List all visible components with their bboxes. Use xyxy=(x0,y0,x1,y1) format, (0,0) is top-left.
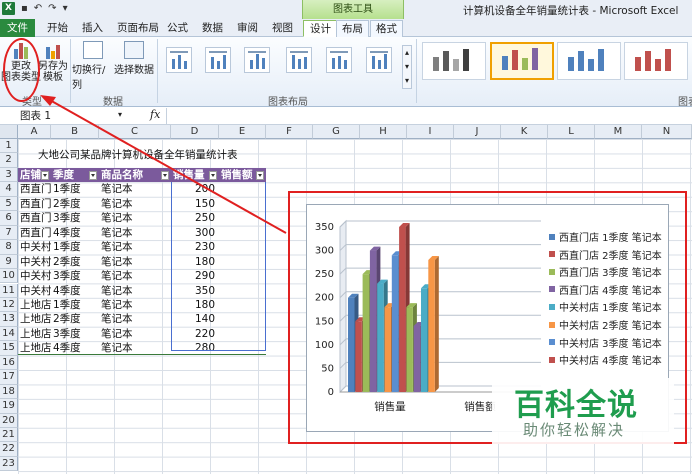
legend-item[interactable]: 西直门店 2季度 笔记本 xyxy=(549,247,662,262)
legend-item[interactable]: 西直门店 3季度 笔记本 xyxy=(549,264,662,279)
legend-swatch xyxy=(549,286,555,293)
bar xyxy=(428,260,435,392)
legend-label: 西直门店 3季度 笔记本 xyxy=(559,268,662,280)
legend-item[interactable]: 西直门店 4季度 笔记本 xyxy=(549,282,662,297)
legend-swatch xyxy=(549,321,555,328)
watermark-brand: 百科全说 xyxy=(514,388,638,423)
bar xyxy=(384,307,391,392)
legend-label: 中关村店 2季度 笔记本 xyxy=(559,321,662,332)
bar xyxy=(355,321,362,392)
legend-item[interactable]: 中关村店 4季度 笔记本 xyxy=(549,352,662,367)
bar xyxy=(391,255,399,392)
y-tick-label: 300 xyxy=(315,246,334,257)
excel-window: X ▪ ↶ ↷ ▾ 图表工具 计算机设备全年销量统计表 - Microsoft … xyxy=(0,0,692,474)
legend-label: 中关村店 4季度 笔记本 xyxy=(559,356,662,368)
x-category-label: 销售量 xyxy=(374,400,406,413)
legend-item[interactable]: 西直门店 1季度 笔记本 xyxy=(549,229,662,244)
y-tick-label: 0 xyxy=(328,387,334,398)
legend-swatch xyxy=(549,339,555,346)
bar xyxy=(348,297,355,392)
legend-swatch xyxy=(549,303,555,310)
watermark-tagline: 助你轻松解决 xyxy=(523,421,626,439)
legend-swatch xyxy=(549,268,555,275)
y-tick-label: 100 xyxy=(315,340,334,351)
y-tick-label: 350 xyxy=(315,222,334,233)
chart-side-wall xyxy=(339,219,347,394)
y-tick-label: 50 xyxy=(321,363,334,374)
bar xyxy=(377,283,384,392)
legend-item[interactable]: 中关村店 2季度 笔记本 xyxy=(549,317,662,332)
bar xyxy=(421,288,428,392)
legend-label: 中关村店 3季度 笔记本 xyxy=(559,338,662,350)
legend-swatch xyxy=(549,356,555,363)
legend-label: 西直门店 1季度 笔记本 xyxy=(559,233,662,244)
bar xyxy=(369,250,377,392)
legend-item[interactable]: 中关村店 3季度 笔记本 xyxy=(549,335,662,350)
legend-item[interactable]: 中关村店 1季度 笔记本 xyxy=(549,299,662,314)
bar xyxy=(362,274,370,392)
y-tick-label: 150 xyxy=(315,316,334,327)
legend-label: 西直门店 2季度 笔记本 xyxy=(559,250,662,262)
bar xyxy=(406,307,413,392)
legend-label: 中关村店 1季度 笔记本 xyxy=(559,303,662,315)
y-tick-label: 200 xyxy=(315,293,334,304)
legend-label: 西直门店 4季度 笔记本 xyxy=(559,285,662,297)
legend-swatch xyxy=(549,233,555,240)
legend-swatch xyxy=(549,251,555,258)
bar-side xyxy=(434,256,439,392)
y-tick-label: 250 xyxy=(315,269,334,280)
bar xyxy=(399,227,406,392)
bar xyxy=(413,326,421,392)
